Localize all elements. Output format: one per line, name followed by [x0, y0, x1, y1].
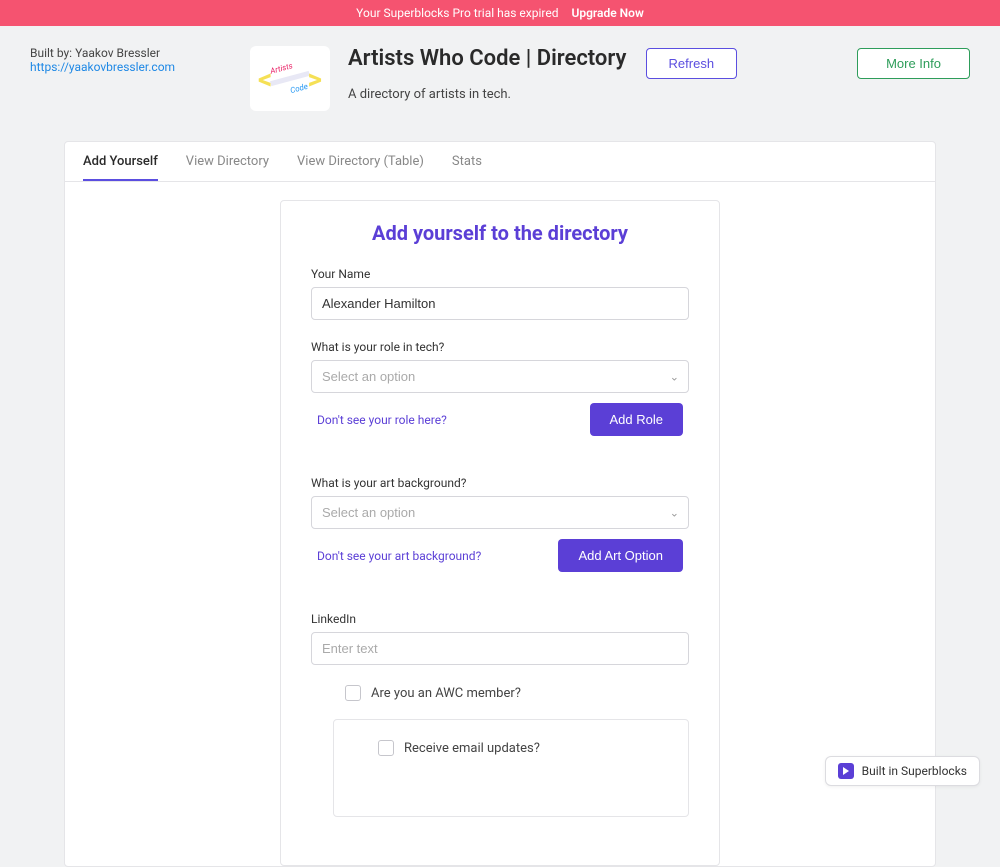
- page-title: Artists Who Code | Directory: [348, 46, 646, 71]
- main-card: Add Yourself View Directory View Directo…: [64, 141, 936, 867]
- built-by-label: Built by: Yaakov Bressler: [30, 46, 250, 60]
- form-panel: Add yourself to the directory Your Name …: [280, 200, 720, 866]
- email-updates-label: Receive email updates?: [404, 741, 540, 756]
- title-block: Artists Who Code | Directory A directory…: [348, 46, 646, 102]
- role-select[interactable]: Select an option: [311, 360, 689, 393]
- add-art-option-button[interactable]: Add Art Option: [558, 539, 683, 572]
- superblocks-icon: [838, 763, 854, 779]
- name-label: Your Name: [311, 267, 689, 281]
- header-area: Built by: Yaakov Bressler https://yaakov…: [0, 26, 1000, 121]
- built-by-block: Built by: Yaakov Bressler https://yaakov…: [30, 46, 250, 74]
- email-updates-row: Receive email updates?: [333, 719, 689, 817]
- role-missing-link[interactable]: Don't see your role here?: [317, 413, 447, 427]
- art-label: What is your art background?: [311, 476, 689, 490]
- form-group-role: What is your role in tech? Select an opt…: [311, 340, 689, 436]
- form-group-name: Your Name: [311, 267, 689, 320]
- add-role-button[interactable]: Add Role: [590, 403, 683, 436]
- tab-view-directory-table[interactable]: View Directory (Table): [297, 142, 424, 181]
- linkedin-input[interactable]: [311, 632, 689, 665]
- awc-member-label: Are you an AWC member?: [371, 686, 521, 701]
- app-logo: < Artists Code >: [250, 46, 330, 111]
- superblocks-badge-text: Built in Superblocks: [862, 764, 967, 778]
- art-select[interactable]: Select an option: [311, 496, 689, 529]
- awc-member-row: Are you an AWC member?: [311, 685, 689, 701]
- built-by-link[interactable]: https://yaakovbressler.com: [30, 60, 175, 74]
- form-group-art: What is your art background? Select an o…: [311, 476, 689, 572]
- form-title: Add yourself to the directory: [311, 221, 689, 245]
- form-group-linkedin: LinkedIn: [311, 612, 689, 665]
- tab-view-directory[interactable]: View Directory: [186, 142, 269, 181]
- tab-add-yourself[interactable]: Add Yourself: [83, 142, 158, 181]
- art-missing-link[interactable]: Don't see your art background?: [317, 549, 481, 563]
- awc-member-checkbox[interactable]: [345, 685, 361, 701]
- upgrade-now-link[interactable]: Upgrade Now: [571, 6, 643, 20]
- linkedin-label: LinkedIn: [311, 612, 689, 626]
- page-subtitle: A directory of artists in tech.: [348, 87, 646, 102]
- trial-expired-banner: Your Superblocks Pro trial has expired U…: [0, 0, 1000, 26]
- banner-text: Your Superblocks Pro trial has expired: [356, 6, 558, 20]
- tab-stats[interactable]: Stats: [452, 142, 482, 181]
- role-label: What is your role in tech?: [311, 340, 689, 354]
- email-updates-checkbox[interactable]: [378, 740, 394, 756]
- superblocks-badge[interactable]: Built in Superblocks: [825, 756, 980, 786]
- refresh-button[interactable]: Refresh: [646, 48, 738, 79]
- name-input[interactable]: [311, 287, 689, 320]
- tab-bar: Add Yourself View Directory View Directo…: [65, 142, 935, 182]
- more-info-button[interactable]: More Info: [857, 48, 970, 79]
